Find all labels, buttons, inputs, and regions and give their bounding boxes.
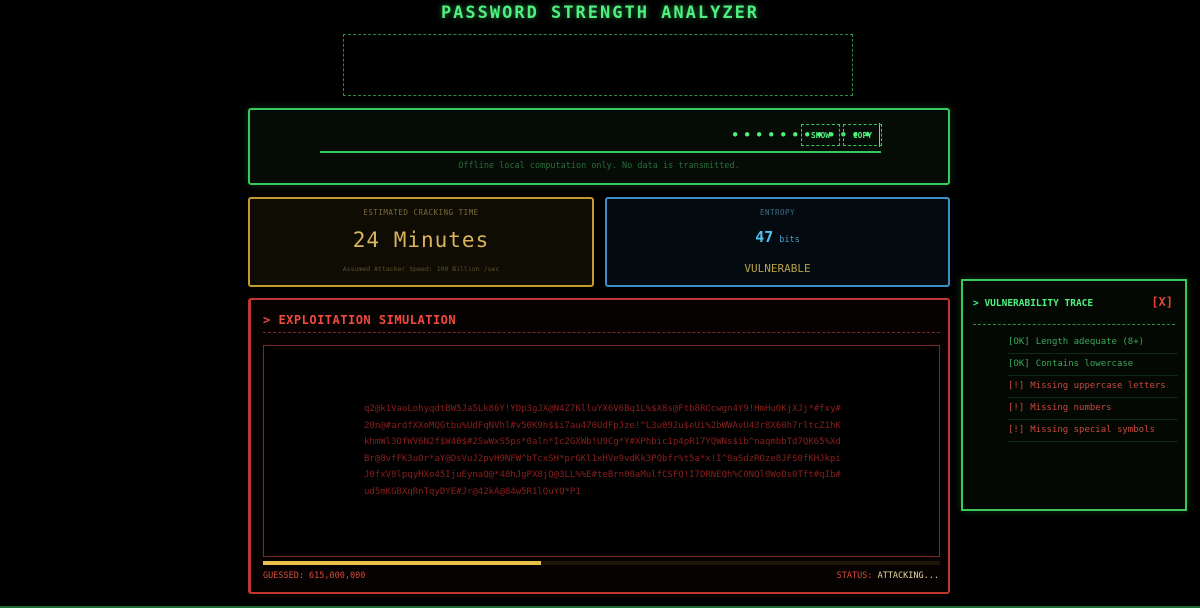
- password-input-underline: [320, 151, 881, 153]
- entropy-value: 47: [755, 228, 774, 246]
- cracking-time-card: ESTIMATED CRACKING TIME 24 Minutes Assum…: [248, 197, 594, 287]
- entropy-readout: 47 bits: [607, 227, 948, 246]
- simulation-terminal: q2@k1VaoLohyqdtBW5Ja5Lk86Y!YDp3gJX@N4Z7K…: [263, 345, 940, 557]
- simulation-progress-fill: [263, 561, 541, 565]
- simulation-status: STATUS: ATTACKING...: [837, 571, 939, 581]
- cracking-time-value: 24 Minutes: [352, 228, 490, 252]
- trace-item: [!] Missing special symbols: [1008, 420, 1178, 442]
- exploitation-simulation-panel: > EXPLOITATION SIMULATION q2@k1VaoLohyqd…: [248, 298, 950, 594]
- attacker-speed-note: Assumed Attacker Speed: 100 Billion /sec: [342, 265, 500, 273]
- trace-item-text: Missing numbers: [1030, 403, 1112, 413]
- trace-item: [OK] Contains lowercase: [1008, 354, 1178, 376]
- trace-item-text: Missing special symbols: [1030, 425, 1155, 435]
- trace-item: [!] Missing numbers: [1008, 398, 1178, 420]
- trace-item-tag: [OK]: [1008, 337, 1030, 347]
- entropy-unit: bits: [779, 235, 800, 245]
- trace-item-tag: [OK]: [1008, 359, 1030, 369]
- show-password-button[interactable]: SHOW: [801, 124, 840, 146]
- entropy-label: ENTROPY: [759, 208, 796, 217]
- trace-item: [!] Missing uppercase letters: [1008, 376, 1178, 398]
- privacy-note: Offline local computation only. No data …: [458, 161, 740, 171]
- trace-divider: [973, 324, 1175, 325]
- simulation-title: > EXPLOITATION SIMULATION: [263, 313, 457, 327]
- cracking-time-label: ESTIMATED CRACKING TIME: [363, 208, 479, 217]
- status-value: ATTACKING...: [877, 571, 939, 581]
- trace-list: [OK] Length adequate (8+) [OK] Contains low…: [1008, 332, 1178, 442]
- password-input-panel: •••••••••••• SHOW COPY Offline local com…: [248, 108, 950, 185]
- trace-item-text: Length adequate (8+): [1035, 337, 1145, 347]
- app-root: PASSWORD STRENGTH ANALYZER •••••••••••• …: [0, 0, 1200, 608]
- guess-stream: q2@k1VaoLohyqdtBW5Ja5Lk86Y!YDp3gJX@N4Z7K…: [364, 404, 841, 497]
- trace-item-text: Contains lowercase: [1035, 359, 1134, 369]
- trace-title: > VULNERABILITY TRACE: [973, 298, 1094, 309]
- simulation-divider: [263, 332, 940, 333]
- status-label: STATUS:: [836, 571, 873, 581]
- guessed-count: GUESSED: 615,000,000: [263, 571, 366, 581]
- password-input[interactable]: ••••••••••••: [320, 120, 880, 150]
- app-title: PASSWORD STRENGTH ANALYZER: [440, 3, 760, 23]
- close-trace-button[interactable]: [X]: [1151, 295, 1173, 309]
- banner-placeholder: [343, 34, 853, 96]
- trace-item-tag: [!]: [1008, 403, 1025, 413]
- trace-item-tag: [!]: [1008, 381, 1025, 391]
- vulnerability-trace-panel: > VULNERABILITY TRACE [X] [OK] Length ade…: [961, 279, 1187, 511]
- entropy-card: ENTROPY 47 bits VULNERABLE: [605, 197, 950, 287]
- entropy-verdict: VULNERABLE: [744, 262, 811, 275]
- trace-item: [OK] Length adequate (8+): [1008, 332, 1178, 354]
- trace-item-text: Missing uppercase letters: [1030, 381, 1166, 391]
- trace-item-tag: [!]: [1008, 425, 1025, 435]
- simulation-progress-bar: [263, 561, 940, 565]
- copy-password-button[interactable]: COPY: [843, 124, 882, 146]
